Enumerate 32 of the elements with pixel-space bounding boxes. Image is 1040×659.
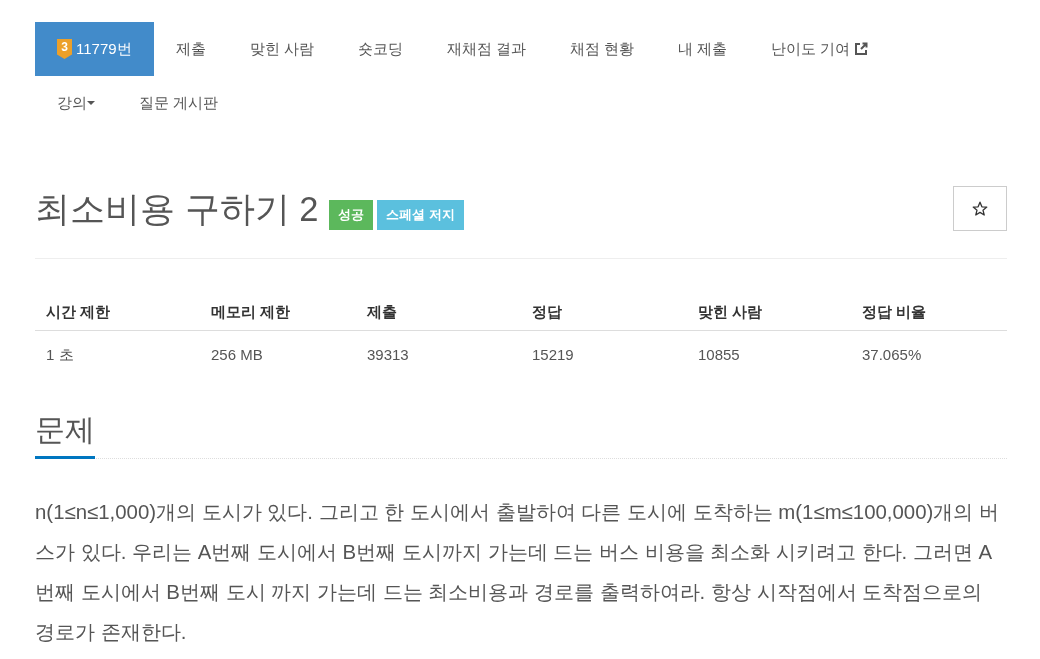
problem-description: n(1≤n≤1,000)개의 도시가 있다. 그리고 한 도시에서 출발하여 다른 도시에 도착하는 m(1≤m≤100,000)개의 버스가 있다. 우리는 A번째 도시에서 B번째 도시까지 가는데 드는 버스 비용을 최소화 시키려고 한다. 그러면 A번째 도시에서 B번째 도시 까지 가는데 드는 최소비용과 경로를 출력하여라. 항상 시작점에서 도착점으로의 경로가 존재한다. xyxy=(35,500,1000,645)
favorite-button[interactable] xyxy=(953,186,1007,231)
caret-icon xyxy=(87,101,95,105)
column-header: 메모리 제한 xyxy=(200,293,356,331)
nav-dropdown[interactable]: 강의 xyxy=(35,76,117,130)
nav-tab[interactable]: 제출 xyxy=(153,22,228,76)
column-header: 정답 xyxy=(521,293,687,331)
table-cell: 10855 xyxy=(687,330,851,379)
nav-tab[interactable]: 질문 게시판 xyxy=(117,76,241,130)
column-header: 시간 제한 xyxy=(35,293,200,331)
table-cell: 15219 xyxy=(521,330,687,379)
external-link-icon xyxy=(854,42,869,56)
column-header: 맞힌 사람 xyxy=(687,293,851,331)
table-cell: 1 초 xyxy=(35,330,200,379)
nav-tab[interactable]: 내 제출 xyxy=(656,22,750,76)
nav-tab[interactable]: 채점 현황 xyxy=(547,22,657,76)
column-header: 제출 xyxy=(356,293,521,331)
nav-tab[interactable]: 숏코딩 xyxy=(335,22,425,76)
table-cell: 37.065% xyxy=(851,330,1007,379)
status-label: 성공 xyxy=(329,199,374,230)
star-icon xyxy=(972,200,988,217)
tier-badge: 3 xyxy=(57,39,72,59)
table-cell: 256 MB xyxy=(200,330,356,379)
problem-tab[interactable]: 3 11779번 xyxy=(35,22,154,76)
status-label: 스페셜 저지 xyxy=(377,199,464,230)
nav-tab[interactable]: 맞힌 사람 xyxy=(227,22,336,76)
problem-title: 최소비용 구하기 2 xyxy=(35,188,319,230)
section-title: 문제 xyxy=(35,410,95,459)
nav-tab[interactable]: 난이도 기여 xyxy=(749,22,891,76)
column-header: 정답 비율 xyxy=(851,293,1007,331)
nav-tab[interactable]: 재채점 결과 xyxy=(424,22,548,76)
table-cell: 39313 xyxy=(356,330,521,379)
